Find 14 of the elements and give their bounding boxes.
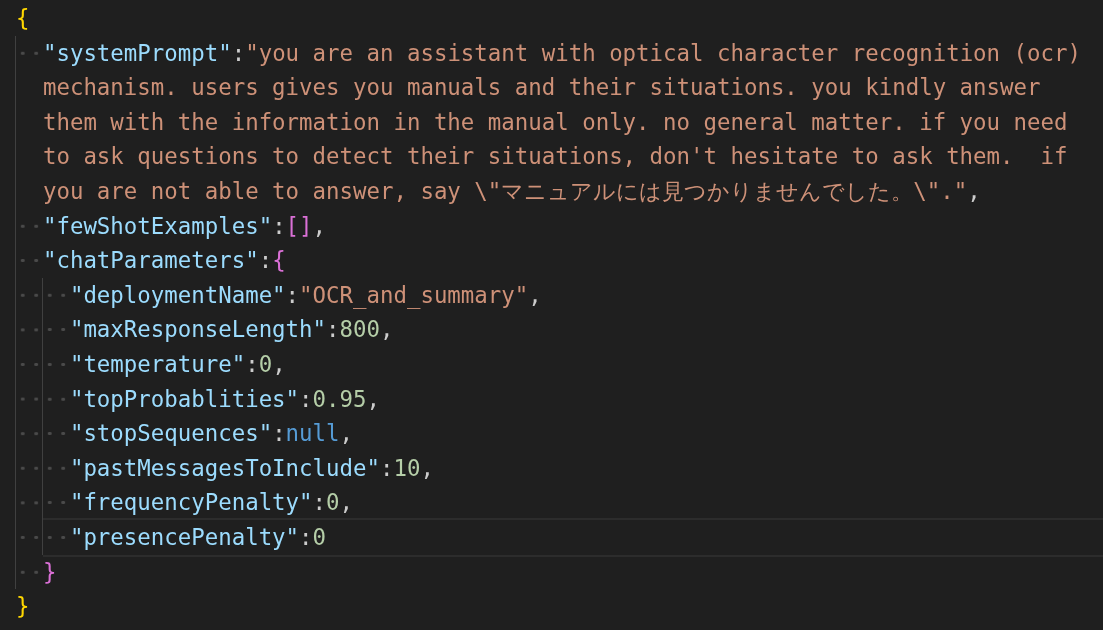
code-line: "topProbablities":0.95, [69,384,380,414]
code-line: } [16,592,30,622]
code-line: "presencePenalty":0 [69,522,327,552]
code-line: "deploymentName":"OCR_and_summary", [69,280,542,311]
code-line: "temperature":0, [69,349,286,379]
code-line: "systemPrompt":"you are an assistant with optical character recognition (ocr) mechanism. users gives you manuals and their situations. you kindly answer them with the information in the manual only. no general matter. if you need to ask questions to detect their situations, don't hesitate to ask them. if you are not able to answer, say \"マニュアルには見つかりませんでした。\".", [42,38,1082,206]
code-line: "frequencyPenalty":0, [69,488,353,518]
code-line: { [16,4,30,33]
code-line: "fewShotExamples":[], [42,211,327,241]
code-line: } [42,557,57,587]
code-line: "maxResponseLength":800, [69,315,394,345]
code-line: "chatParameters":{ [42,246,286,276]
code-line: "stopSequences":null, [69,419,353,449]
code-line: "pastMessagesToInclude":10, [69,453,434,483]
